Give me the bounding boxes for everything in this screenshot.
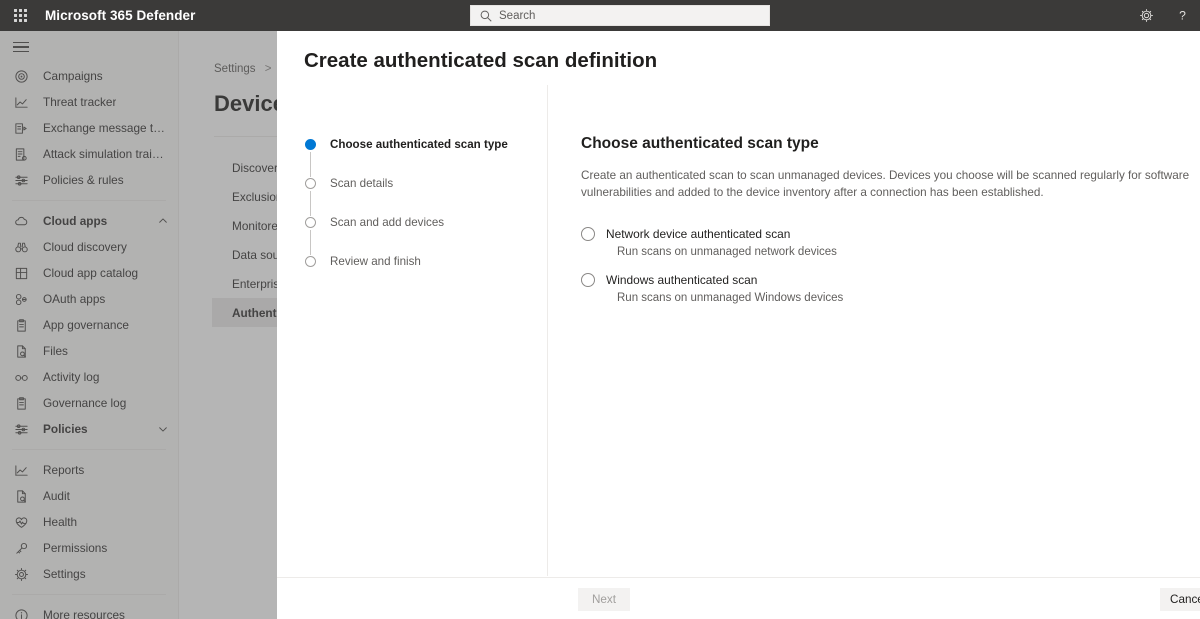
step-bullet-icon bbox=[305, 217, 316, 228]
svg-text:?: ? bbox=[1179, 8, 1186, 22]
wizard-steps-panel: Choose authenticated scan type Scan detai… bbox=[277, 85, 548, 576]
topbar-actions: ? bbox=[1128, 0, 1200, 31]
scan-type-label: Windows authenticated scan bbox=[606, 273, 758, 287]
step-connector bbox=[310, 230, 312, 255]
search-box[interactable] bbox=[470, 5, 770, 26]
step-bullet-icon bbox=[305, 139, 316, 150]
wizard-step[interactable]: Scan and add devices bbox=[305, 216, 508, 255]
wizard-step-label: Choose authenticated scan type bbox=[330, 138, 508, 151]
next-button[interactable]: Next bbox=[578, 588, 630, 611]
top-app-bar: Microsoft 365 Defender ? bbox=[0, 0, 1200, 31]
scan-type-option: Network device authenticated scan Run sc… bbox=[581, 227, 1200, 258]
wizard-step[interactable]: Scan details bbox=[305, 177, 508, 216]
wizard-step[interactable]: Review and finish bbox=[305, 255, 508, 294]
content-heading: Choose authenticated scan type bbox=[581, 135, 819, 152]
search-icon bbox=[480, 10, 492, 22]
scan-type-radio[interactable]: Windows authenticated scan bbox=[581, 273, 1200, 287]
modal-footer: Next Cancel bbox=[277, 577, 1200, 619]
wizard-step-label: Scan details bbox=[330, 177, 394, 190]
step-bullet-icon bbox=[305, 178, 316, 189]
wizard-step-label: Review and finish bbox=[330, 255, 421, 268]
search-input[interactable] bbox=[499, 6, 749, 25]
content-description: Create an authenticated scan to scan unm… bbox=[581, 169, 1190, 199]
cancel-button[interactable]: Cancel bbox=[1160, 588, 1200, 611]
wizard-content-panel: Choose authenticated scan type Create an… bbox=[549, 85, 1200, 576]
gear-icon bbox=[1139, 9, 1153, 22]
scan-type-option: Windows authenticated scan Run scans on … bbox=[581, 273, 1200, 304]
wizard-step[interactable]: Choose authenticated scan type bbox=[305, 138, 508, 177]
step-connector bbox=[310, 152, 312, 177]
waffle-grid-icon bbox=[13, 9, 27, 22]
settings-button[interactable] bbox=[1128, 0, 1164, 31]
step-connector bbox=[310, 191, 312, 216]
step-bullet-icon bbox=[305, 256, 316, 267]
radio-button-icon[interactable] bbox=[581, 227, 595, 241]
scan-type-description: Run scans on unmanaged network devices bbox=[617, 246, 837, 258]
question-mark-icon: ? bbox=[1179, 8, 1186, 22]
modal-title: Create authenticated scan definition bbox=[304, 49, 658, 72]
help-button[interactable]: ? bbox=[1164, 0, 1200, 31]
wizard-step-list: Choose authenticated scan type Scan detai… bbox=[305, 138, 508, 294]
radio-button-icon[interactable] bbox=[581, 273, 595, 287]
scan-type-label: Network device authenticated scan bbox=[606, 227, 791, 241]
wizard-step-label: Scan and add devices bbox=[330, 216, 445, 229]
brand-title: Microsoft 365 Defender bbox=[45, 8, 196, 23]
scan-type-description: Run scans on unmanaged Windows devices bbox=[617, 292, 844, 304]
modal-body: Choose authenticated scan type Scan detai… bbox=[277, 85, 1200, 576]
scan-type-radio[interactable]: Network device authenticated scan bbox=[581, 227, 1200, 241]
scan-type-radio-group: Network device authenticated scan Run sc… bbox=[581, 227, 1200, 304]
app-launcher-button[interactable] bbox=[0, 0, 40, 31]
create-scan-definition-modal: Create authenticated scan definition Cho… bbox=[277, 31, 1200, 619]
